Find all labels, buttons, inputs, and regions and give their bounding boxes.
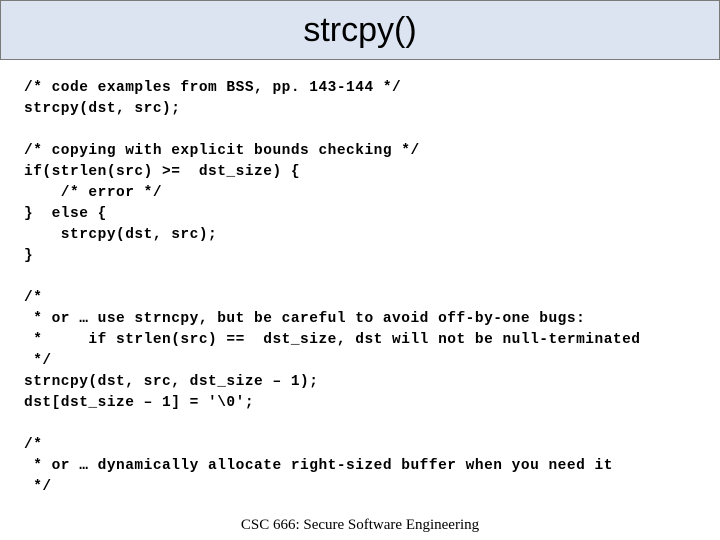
slide-title-bar: strcpy() [0, 0, 720, 60]
slide-title: strcpy() [303, 11, 416, 50]
slide-footer: CSC 666: Secure Software Engineering [0, 517, 720, 534]
code-block: /* code examples from BSS, pp. 143-144 *… [0, 60, 720, 500]
